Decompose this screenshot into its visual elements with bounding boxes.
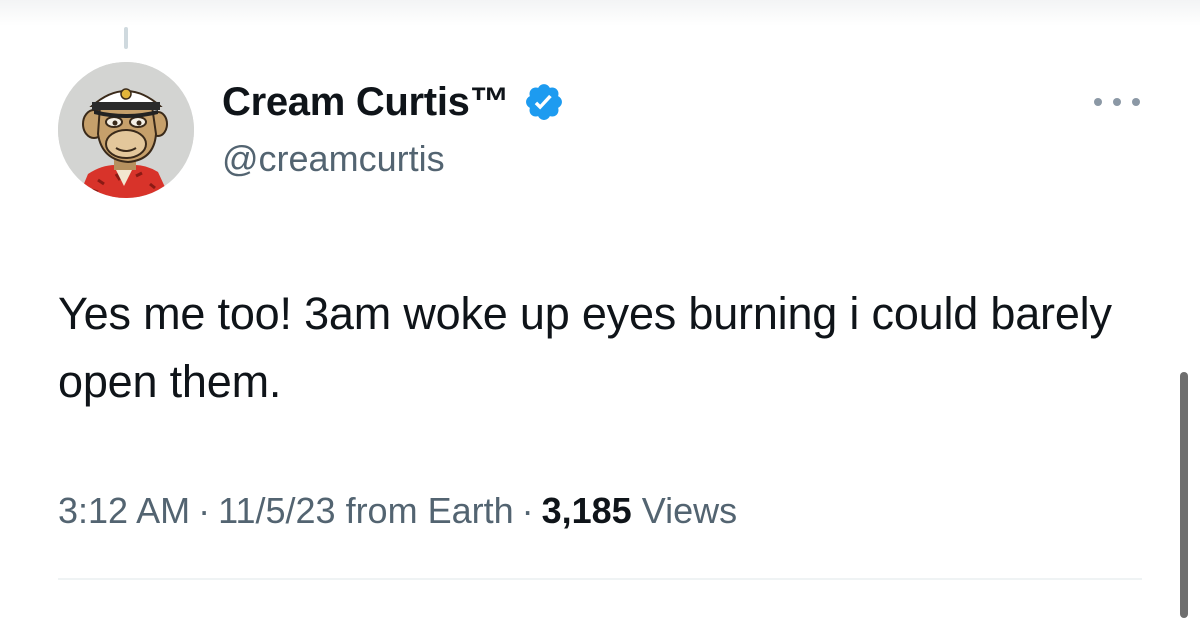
- meta-separator: ·: [198, 490, 211, 531]
- tweet-time[interactable]: 3:12 AM: [58, 490, 190, 531]
- tweet-source: from Earth: [345, 490, 514, 531]
- top-fade: [0, 0, 1200, 26]
- tweet-meta: 3:12 AM · 11/5/23 from Earth · 3,185 Views: [58, 490, 737, 532]
- more-options-button[interactable]: [1094, 92, 1140, 112]
- author-name-row[interactable]: Cream Curtis™: [222, 74, 565, 130]
- ellipsis-icon: [1132, 98, 1140, 106]
- meta-separator: ·: [521, 490, 534, 531]
- tweet-text: Yes me too! 3am woke up eyes burning i c…: [58, 288, 1112, 407]
- scrollbar[interactable]: [1180, 372, 1188, 618]
- thread-connector-line: [124, 27, 128, 49]
- divider: [58, 578, 1142, 580]
- views-label: Views: [641, 490, 738, 531]
- author-display-name[interactable]: Cream Curtis™: [222, 80, 510, 125]
- ellipsis-icon: [1113, 98, 1121, 106]
- ellipsis-icon: [1094, 98, 1102, 106]
- verified-badge-icon[interactable]: [523, 81, 565, 123]
- avatar[interactable]: [58, 62, 194, 198]
- author-handle[interactable]: @creamcurtis: [222, 138, 445, 180]
- views-count[interactable]: 3,185: [542, 490, 632, 531]
- tweet-date[interactable]: 11/5/23: [218, 490, 335, 531]
